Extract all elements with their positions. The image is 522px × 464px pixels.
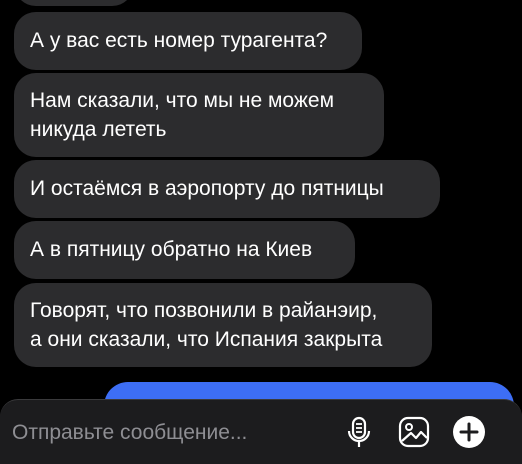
message-input[interactable]	[12, 416, 332, 450]
message-text: А у вас есть номер турагента?	[30, 29, 328, 52]
incoming-message[interactable]: Говорят, что позвонили в райанэир, а они…	[14, 283, 432, 367]
message-text: А в пятницу обратно на Киев	[30, 238, 313, 261]
incoming-message[interactable]: А у вас есть номер турагента?	[14, 12, 362, 70]
chat-thread: А у вас есть номер турагента? Нам сказал…	[0, 0, 522, 464]
image-icon[interactable]	[396, 414, 432, 450]
incoming-message[interactable]: И остаёмся в аэропорту до пятницы	[14, 160, 440, 218]
incoming-message[interactable]: А в пятницу обратно на Киев	[14, 221, 355, 279]
message-text-line: а они сказали, что Испания закрыта	[30, 328, 383, 351]
plus-icon[interactable]	[451, 414, 487, 450]
previous-message-bubble	[14, 0, 134, 6]
message-text: И остаёмся в аэропорту до пятницы	[30, 177, 384, 200]
message-text-line: Нам сказали, что мы не можем	[30, 89, 335, 112]
incoming-message[interactable]: Нам сказали, что мы не можем никуда лете…	[14, 73, 384, 157]
message-text-line: Говорят, что позвонили в райанэир,	[30, 299, 378, 322]
microphone-icon[interactable]	[341, 414, 377, 450]
message-text-line: никуда лететь	[30, 118, 167, 141]
message-composer	[0, 399, 522, 464]
